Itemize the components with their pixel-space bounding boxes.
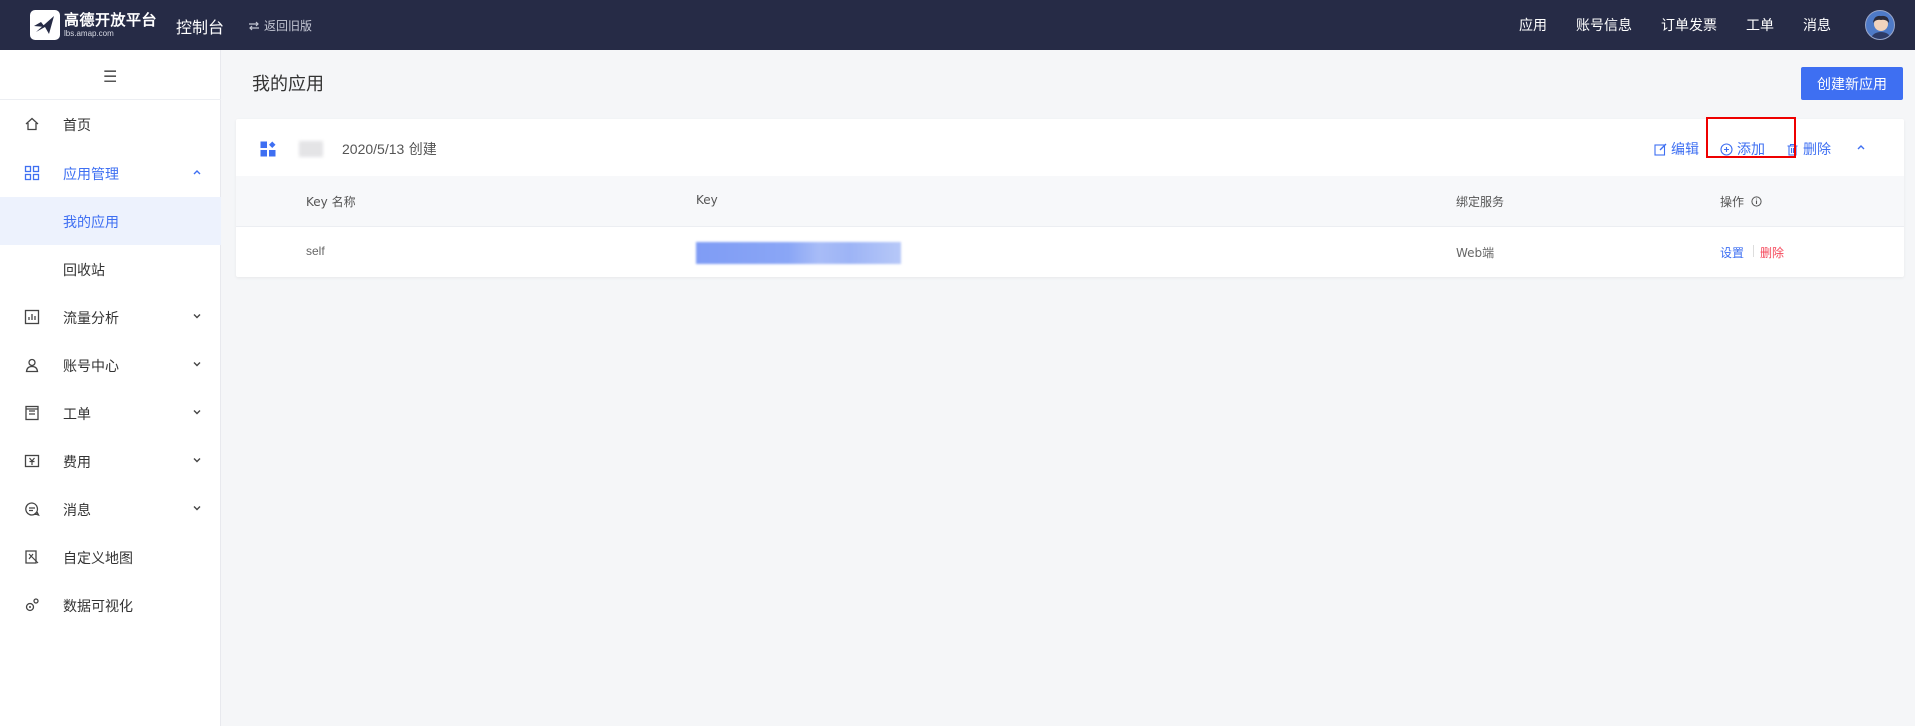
- add-circle-icon: [1720, 142, 1733, 156]
- sidebar-item-label: 费用: [63, 455, 91, 471]
- user-icon: [25, 358, 39, 373]
- sidebar-item-account-center[interactable]: 账号中心: [0, 341, 221, 389]
- created-date: 2020/5/13 创建: [342, 139, 437, 159]
- sidebar-item-label: 应用管理: [63, 167, 119, 183]
- sidebar-item-traffic-analysis[interactable]: 流量分析: [0, 293, 221, 341]
- swap-icon: [249, 21, 259, 30]
- sidebar-item-label: 我的应用: [63, 215, 119, 231]
- delete-label: 删除: [1803, 142, 1831, 158]
- sidebar-item-label: 回收站: [63, 263, 105, 279]
- chevron-down-icon: [193, 410, 201, 415]
- app-card-header: 2020/5/13 创建 编辑 添加 删除: [236, 119, 1904, 176]
- trash-icon: [1787, 143, 1798, 156]
- logo[interactable]: 高德开放平台 lbs.amap.com: [30, 10, 157, 40]
- page-title: 我的应用: [252, 74, 324, 95]
- edit-app-button[interactable]: 编辑: [1654, 139, 1699, 159]
- visual-icon: [25, 598, 39, 612]
- console-title[interactable]: 控制台: [176, 14, 224, 38]
- topnav-tickets[interactable]: 工单: [1746, 15, 1774, 35]
- column-key: Key: [696, 193, 718, 207]
- chevron-down-icon: [193, 506, 201, 511]
- money-icon: [24, 454, 40, 468]
- table-header: Key 名称 Key 绑定服务 操作: [236, 176, 1904, 226]
- back-to-old-version-label: 返回旧版: [264, 19, 313, 33]
- message-icon: [25, 502, 40, 517]
- sidebar-item-messages[interactable]: 消息: [0, 485, 221, 533]
- sidebar-item-home[interactable]: 首页: [0, 100, 221, 148]
- sidebar-item-billing[interactable]: 费用: [0, 437, 221, 485]
- sidebar-item-label: 流量分析: [63, 311, 119, 327]
- sidebar: ☰ 首页 应用管理 我的应用 回收站 流量分析 账号中心 工单 费用 消息 自定…: [0, 50, 221, 726]
- key-name-cell: self: [306, 244, 325, 258]
- column-bound-service: 绑定服务: [1456, 195, 1505, 209]
- menu-toggle-icon[interactable]: ☰: [103, 67, 117, 86]
- column-operations-label: 操作: [1720, 195, 1745, 209]
- sidebar-item-label: 工单: [63, 407, 91, 423]
- logo-icon: [30, 10, 60, 40]
- top-bar: 高德开放平台 lbs.amap.com 控制台 返回旧版 应用 账号信息 订单发…: [0, 0, 1915, 50]
- grid-icon: [24, 165, 40, 181]
- sidebar-item-my-apps[interactable]: 我的应用: [0, 197, 221, 245]
- top-nav: 应用 账号信息 订单发票 工单 消息: [1519, 0, 1831, 50]
- sidebar-item-label: 自定义地图: [63, 551, 133, 567]
- created-date-value: 2020/5/13: [342, 141, 405, 157]
- sidebar-item-label: 消息: [63, 503, 91, 519]
- app-card: 2020/5/13 创建 编辑 添加 删除 Key 名称 Key 绑定服务 操作…: [236, 119, 1904, 277]
- key-delete-link[interactable]: 删除: [1760, 244, 1784, 261]
- chart-icon: [24, 309, 40, 325]
- chevron-down-icon: [193, 458, 201, 463]
- home-icon: [25, 117, 39, 131]
- key-settings-link[interactable]: 设置: [1720, 244, 1744, 261]
- app-icon: [260, 141, 276, 157]
- create-new-app-button[interactable]: 创建新应用: [1801, 67, 1903, 100]
- logo-title: 高德开放平台: [64, 10, 158, 29]
- logo-subtitle: lbs.amap.com: [64, 28, 114, 38]
- chevron-down-icon: [193, 314, 201, 319]
- back-to-old-version-link[interactable]: 返回旧版: [248, 17, 312, 34]
- sidebar-item-custom-map[interactable]: 自定义地图: [0, 533, 221, 581]
- info-icon[interactable]: [1751, 196, 1762, 207]
- sidebar-item-label: 账号中心: [63, 359, 119, 375]
- map-icon: [25, 550, 39, 564]
- created-suffix: 创建: [408, 142, 437, 158]
- avatar[interactable]: [1865, 10, 1895, 40]
- add-key-button[interactable]: 添加: [1720, 139, 1765, 159]
- sidebar-item-label: 数据可视化: [63, 599, 133, 615]
- key-value-redacted: [696, 242, 901, 264]
- sidebar-item-recycle-bin[interactable]: 回收站: [0, 245, 221, 293]
- chevron-down-icon: [193, 362, 201, 367]
- app-name-redacted: [299, 141, 323, 157]
- sidebar-item-app-management[interactable]: 应用管理: [0, 149, 221, 197]
- column-operations: 操作: [1720, 193, 1762, 210]
- table-row: self Web端 设置 删除: [236, 226, 1904, 277]
- topnav-orders-invoices[interactable]: 订单发票: [1661, 15, 1717, 35]
- ops-divider: [1753, 245, 1754, 257]
- topnav-account-info[interactable]: 账号信息: [1576, 15, 1632, 35]
- column-key-name: Key 名称: [306, 195, 356, 209]
- sidebar-item-tickets[interactable]: 工单: [0, 389, 221, 437]
- bound-service-cell: Web端: [1456, 246, 1495, 260]
- collapse-chevron-up-icon[interactable]: [1855, 141, 1867, 153]
- chevron-up-icon: [193, 170, 201, 175]
- sidebar-item-label: 首页: [63, 118, 91, 134]
- edit-icon: [1654, 143, 1667, 156]
- edit-label: 编辑: [1671, 142, 1699, 158]
- delete-app-button[interactable]: 删除: [1786, 139, 1831, 159]
- topnav-messages[interactable]: 消息: [1803, 15, 1831, 35]
- sidebar-item-data-visualization[interactable]: 数据可视化: [0, 581, 221, 629]
- add-label: 添加: [1737, 142, 1765, 158]
- ticket-icon: [25, 405, 39, 421]
- topnav-apps[interactable]: 应用: [1519, 15, 1547, 35]
